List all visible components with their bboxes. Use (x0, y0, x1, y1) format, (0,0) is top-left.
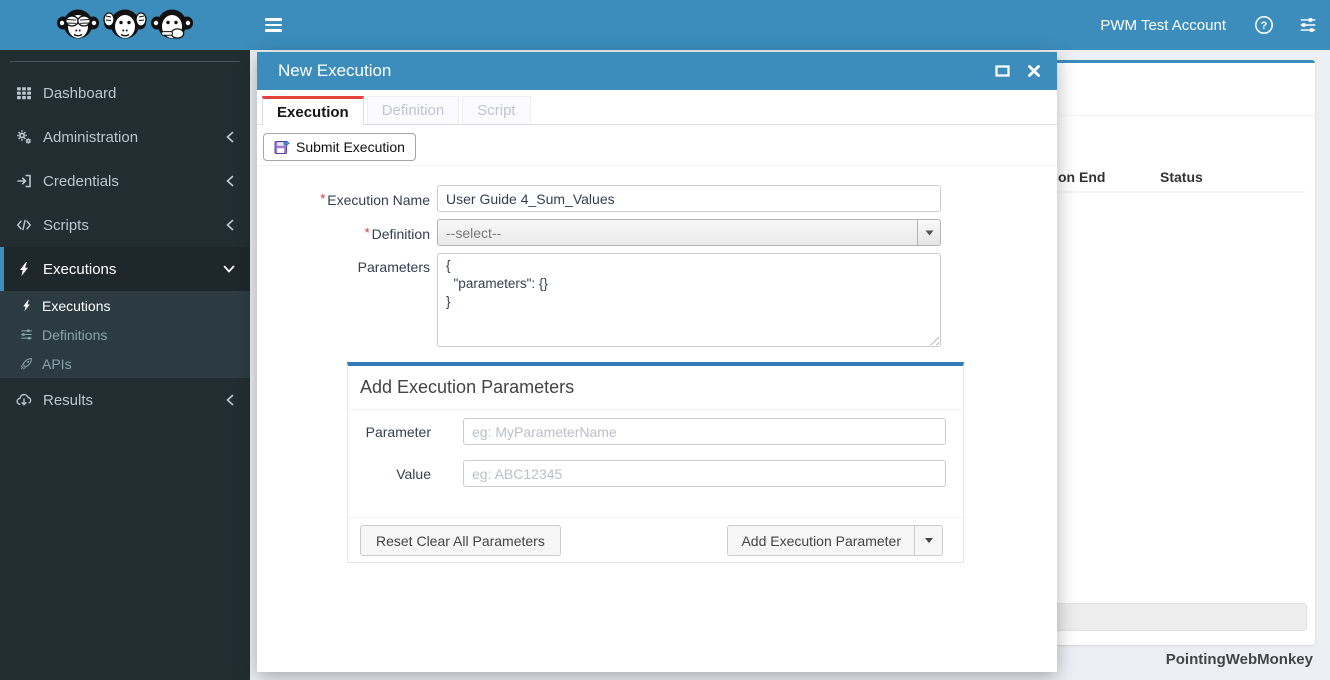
navbar-right: PWM Test Account ? (1084, 0, 1330, 50)
settings-button[interactable] (1286, 0, 1330, 50)
help-button[interactable]: ? (1242, 0, 1286, 50)
rocket-icon (20, 357, 42, 370)
gears-icon (16, 129, 43, 145)
sidebar-item-executions[interactable]: Executions (0, 247, 250, 291)
reset-clear-all-parameters-button[interactable]: Reset Clear All Parameters (360, 525, 561, 556)
sidebar-item-results[interactable]: Results (0, 378, 250, 422)
chevron-left-icon (225, 131, 235, 143)
parameters-textarea[interactable]: { "parameters": {} } (437, 253, 941, 347)
sidebar-item-label: Administration (43, 128, 139, 146)
cloud-download-icon (16, 392, 43, 408)
required-marker: * (364, 225, 370, 240)
sliders-icon (20, 328, 42, 341)
chevron-left-icon (225, 394, 235, 406)
caret-down-icon (924, 538, 933, 543)
maximize-icon (995, 64, 1010, 78)
sidebar-item-label: Scripts (43, 216, 89, 234)
tab-definition[interactable]: Definition (366, 96, 460, 124)
value-label: Value (396, 466, 431, 482)
sidebar: Dashboard Administration Credentials Scr… (0, 50, 250, 680)
submit-execution-button[interactable]: Submit Execution (263, 133, 416, 161)
close-button[interactable] (1027, 64, 1041, 78)
table-header-status: Status (1160, 169, 1203, 185)
add-parameters-footer-divider (348, 517, 963, 518)
required-marker: * (320, 191, 326, 206)
modal-header: New Execution (257, 52, 1057, 90)
app-logo[interactable] (0, 0, 250, 50)
parameter-input[interactable] (463, 418, 946, 445)
caret-down-icon (917, 220, 940, 245)
sliders-icon (1299, 16, 1317, 34)
top-navbar: PWM Test Account ? (0, 0, 1330, 50)
table-header-execution-end: on End (1058, 169, 1106, 185)
parameter-label: Parameter (365, 424, 431, 440)
add-parameter-dropdown-toggle[interactable] (915, 525, 943, 556)
modal-divider (257, 165, 1057, 166)
tab-script[interactable]: Script (462, 96, 531, 124)
grid-icon (16, 85, 43, 101)
execution-name-label: * Execution Name (320, 191, 430, 208)
sidebar-toggle-button[interactable] (250, 0, 296, 50)
sidebar-item-credentials[interactable]: Credentials (0, 159, 250, 203)
bolt-icon (20, 299, 42, 312)
speak-no-evil-monkey-icon (149, 5, 195, 45)
execution-name-input[interactable] (437, 185, 941, 212)
sidebar-item-label: Dashboard (43, 84, 117, 102)
sidebar-item-label: Executions (43, 260, 117, 278)
sidebar-subitem-executions[interactable]: Executions (0, 291, 250, 320)
account-menu[interactable]: PWM Test Account (1084, 0, 1242, 50)
hear-no-evil-monkey-icon (102, 5, 148, 45)
modal-tabs: Execution Definition Script (257, 96, 1057, 125)
bolt-icon (16, 261, 43, 277)
sidebar-item-label: Credentials (43, 172, 119, 190)
parameters-label: Parameters (357, 259, 430, 275)
value-input[interactable] (463, 460, 946, 487)
executions-submenu: Executions Definitions APIs (0, 291, 250, 378)
submenu-item-label: Definitions (42, 326, 108, 343)
chevron-left-icon (225, 219, 235, 231)
sidebar-item-label: Results (43, 391, 94, 409)
sidebar-divider (10, 61, 240, 62)
tab-execution[interactable]: Execution (262, 96, 364, 125)
svg-text:?: ? (1261, 20, 1268, 32)
sign-in-icon (16, 173, 43, 189)
account-label: PWM Test Account (1100, 16, 1226, 34)
chevron-left-icon (225, 175, 235, 187)
add-parameter-button-group: Add Execution Parameter (727, 525, 943, 556)
new-execution-modal: New Execution Execution Definition Scrip… (257, 52, 1057, 672)
hamburger-icon (264, 15, 282, 35)
submenu-item-label: Executions (42, 297, 111, 314)
add-parameters-header-divider (348, 409, 963, 410)
add-parameters-box: Add Execution Parameters Parameter Value… (347, 362, 964, 563)
close-icon (1027, 64, 1041, 78)
modal-title: New Execution (278, 61, 392, 80)
definition-label: * Definition (364, 225, 430, 242)
sidebar-subitem-definitions[interactable]: Definitions (0, 320, 250, 349)
save-disk-icon (274, 139, 290, 155)
sidebar-item-dashboard[interactable]: Dashboard (0, 71, 250, 115)
definition-select[interactable]: --select-- (437, 219, 941, 246)
submenu-item-label: APIs (42, 355, 72, 372)
see-no-evil-monkey-icon (55, 5, 101, 45)
maximize-button[interactable] (995, 64, 1010, 78)
sidebar-item-scripts[interactable]: Scripts (0, 203, 250, 247)
add-execution-parameter-button[interactable]: Add Execution Parameter (727, 525, 915, 556)
footer-brand: PointingWebMonkey (1165, 651, 1313, 668)
sidebar-subitem-apis[interactable]: APIs (0, 349, 250, 378)
code-icon (16, 217, 43, 233)
add-parameters-title: Add Execution Parameters (360, 377, 575, 397)
definition-select-value: --select-- (446, 224, 502, 241)
help-icon: ? (1254, 15, 1274, 35)
chevron-down-icon (223, 264, 235, 274)
sidebar-item-administration[interactable]: Administration (0, 115, 250, 159)
